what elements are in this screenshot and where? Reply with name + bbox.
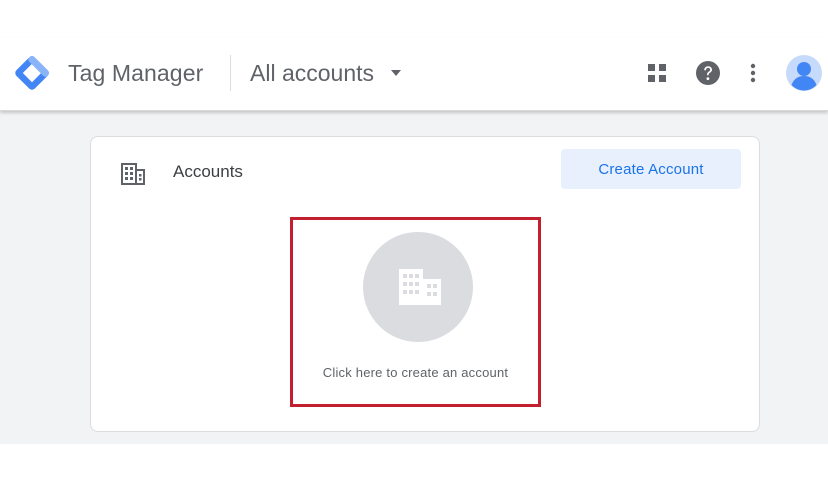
building-icon — [399, 269, 441, 305]
dropdown-caret-icon — [391, 70, 402, 76]
building-icon — [121, 163, 145, 185]
accounts-title: Accounts — [173, 162, 243, 181]
empty-state-circle — [363, 232, 473, 342]
create-account-empty-state[interactable]: Click here to create an account — [290, 217, 541, 407]
empty-state-text: Click here to create an account — [322, 365, 509, 380]
account-selector-label: All accounts — [250, 59, 375, 86]
help-button[interactable] — [694, 59, 722, 87]
apps-grid-icon — [648, 64, 666, 82]
product-name: Tag Manager — [68, 60, 204, 86]
tag-manager-logo-icon[interactable] — [14, 55, 50, 91]
account-selector[interactable]: All accounts — [242, 52, 410, 94]
create-account-button[interactable]: Create Account — [561, 149, 741, 189]
tag-manager-window: Tag Manager All accounts Accounts Create… — [0, 0, 828, 488]
apps-button[interactable] — [643, 59, 671, 87]
more-vert-icon — [750, 63, 756, 83]
more-options-button[interactable] — [739, 59, 767, 87]
accounts-card: Accounts Create Account Click here to cr… — [90, 136, 760, 432]
app-bar: Tag Manager All accounts — [0, 38, 828, 111]
header-divider — [230, 55, 231, 91]
account-avatar-icon[interactable] — [786, 55, 822, 91]
help-icon — [696, 61, 720, 85]
